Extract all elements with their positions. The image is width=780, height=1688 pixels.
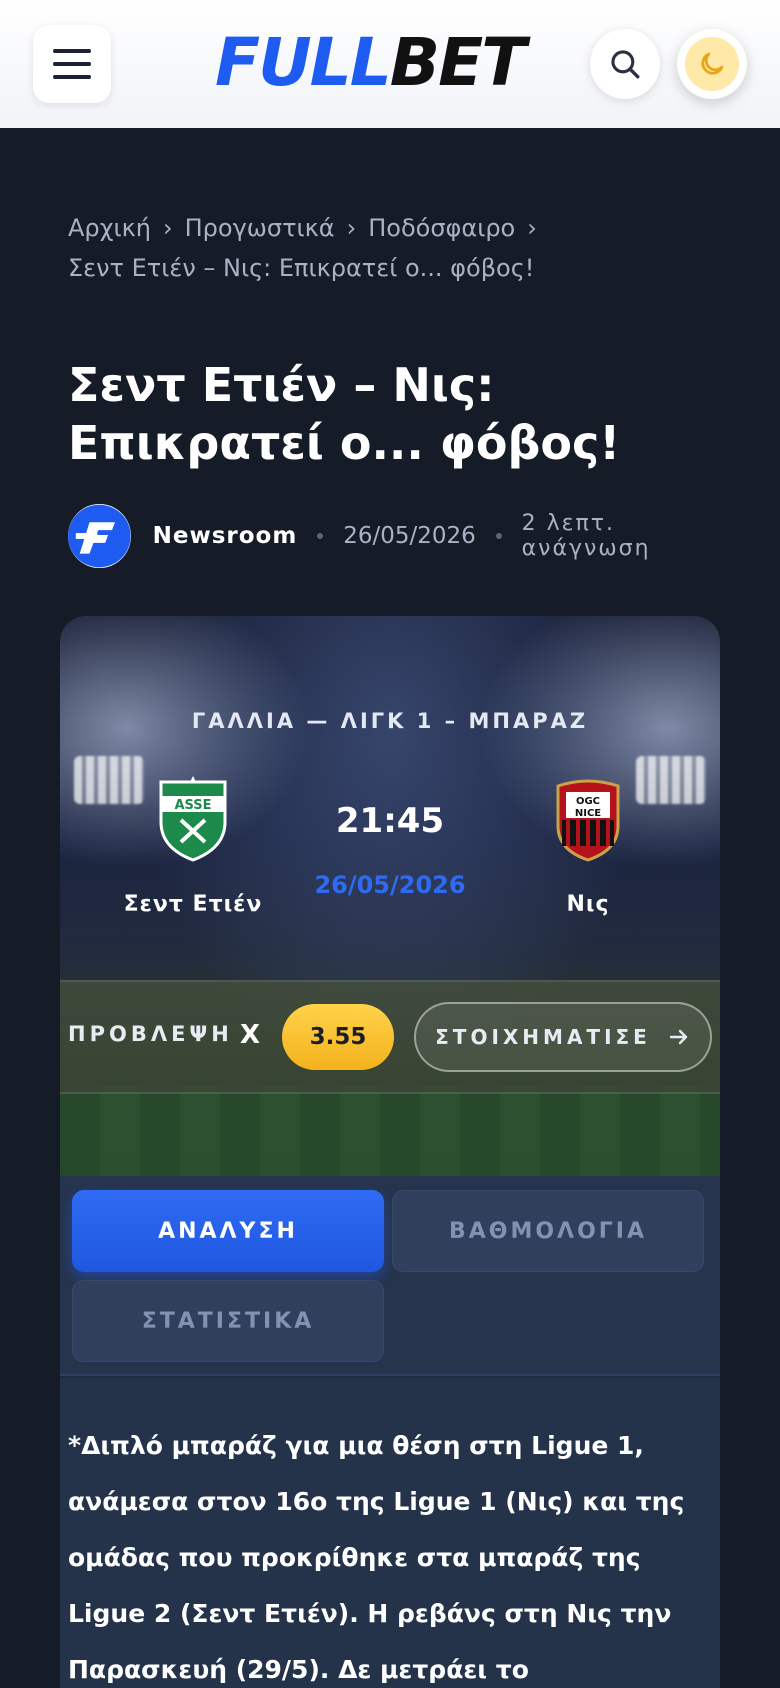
bet-button-label: ΣΤΟΙΧΗΜΑΤΙΣΕ	[435, 1025, 651, 1049]
meta-dot	[317, 533, 324, 539]
read-time: 2 λεπτ. ανάγνωση	[521, 511, 651, 561]
breadcrumb-predictions[interactable]: Προγωστικά	[185, 214, 335, 242]
prediction-bar: ΠΡΟΒΛΕΨΗ X 3.55 ΣΤΟΙΧΗΜΑΤΙΣΕ	[60, 980, 720, 1094]
breadcrumb-football[interactable]: Ποδόσφαιρο	[368, 214, 515, 242]
article-meta: Newsroom 26/05/2026 2 λεπτ. ανάγνωση	[68, 504, 748, 568]
page-title: Σεντ Ετιέν – Νις: Επικρατεί ο... φόβος!	[68, 358, 621, 470]
site-header: FULL BET	[0, 0, 780, 128]
prediction-pick: X	[240, 1020, 261, 1050]
author-name[interactable]: Newsroom	[153, 523, 298, 549]
search-button[interactable]	[590, 29, 660, 99]
logo-full: FULL	[215, 24, 392, 101]
tab-analysis[interactable]: ΑΝΑΛΥΣΗ	[72, 1190, 384, 1272]
article-body: *Διπλό μπαράζ για μια θέση στη Ligue 1, …	[60, 1378, 720, 1688]
breadcrumb-current: Σεντ Ετιέν – Νις: Επικρατεί ο... φόβος!	[68, 254, 535, 282]
author-logo-icon	[68, 504, 131, 568]
tab-statistics[interactable]: ΣΤΑΤΙΣΤΙΚΑ	[72, 1280, 384, 1362]
publish-date: 26/05/2026	[343, 523, 476, 549]
arrow-right-icon	[669, 1029, 688, 1045]
breadcrumb-home[interactable]: Αρχική	[68, 214, 151, 242]
theme-toggle-button[interactable]	[677, 29, 747, 99]
site-logo[interactable]: FULL BET	[215, 28, 565, 98]
prediction-label: ΠΡΟΒΛΕΨΗ	[68, 1022, 233, 1046]
logo-bet: BET	[389, 24, 526, 101]
search-icon	[611, 50, 640, 79]
odds-badge[interactable]: 3.55	[282, 1004, 394, 1070]
tab-standings[interactable]: ΒΑΘΜΟΛΟΓΙΑ	[392, 1190, 704, 1272]
menu-button[interactable]	[33, 25, 111, 103]
hamburger-menu-icon	[53, 49, 91, 53]
match-card: ΓΑΛΛΙΑ — ΛΙΓΚ 1 – ΜΠΑΡΑΖ ASSE OGC NICE Σ…	[60, 616, 720, 1688]
article-paragraph: *Διπλό μπαράζ για μια θέση στη Ligue 1, …	[68, 1431, 685, 1684]
breadcrumb: Αρχική › Προγωστικά › Ποδόσφαιρο › Σεντ Ετιέν…	[68, 214, 537, 282]
avatar	[68, 504, 131, 568]
bet-button[interactable]: ΣΤΟΙΧΗΜΑΤΙΣΕ	[414, 1002, 712, 1072]
kickoff-time: 21:45	[335, 801, 445, 841]
match-date: 26/05/2026	[314, 871, 466, 899]
breadcrumb-separator: ›	[163, 214, 173, 242]
moon-icon	[701, 52, 724, 75]
competition-label: ΓΑΛΛΙΑ — ΛΙΓΚ 1 – ΜΠΑΡΑΖ	[191, 709, 589, 733]
match-tabs: ΑΝΑΛΥΣΗ ΒΑΘΜΟΛΟΓΙΑ ΣΤΑΤΙΣΤΙΚΑ	[60, 1176, 720, 1376]
